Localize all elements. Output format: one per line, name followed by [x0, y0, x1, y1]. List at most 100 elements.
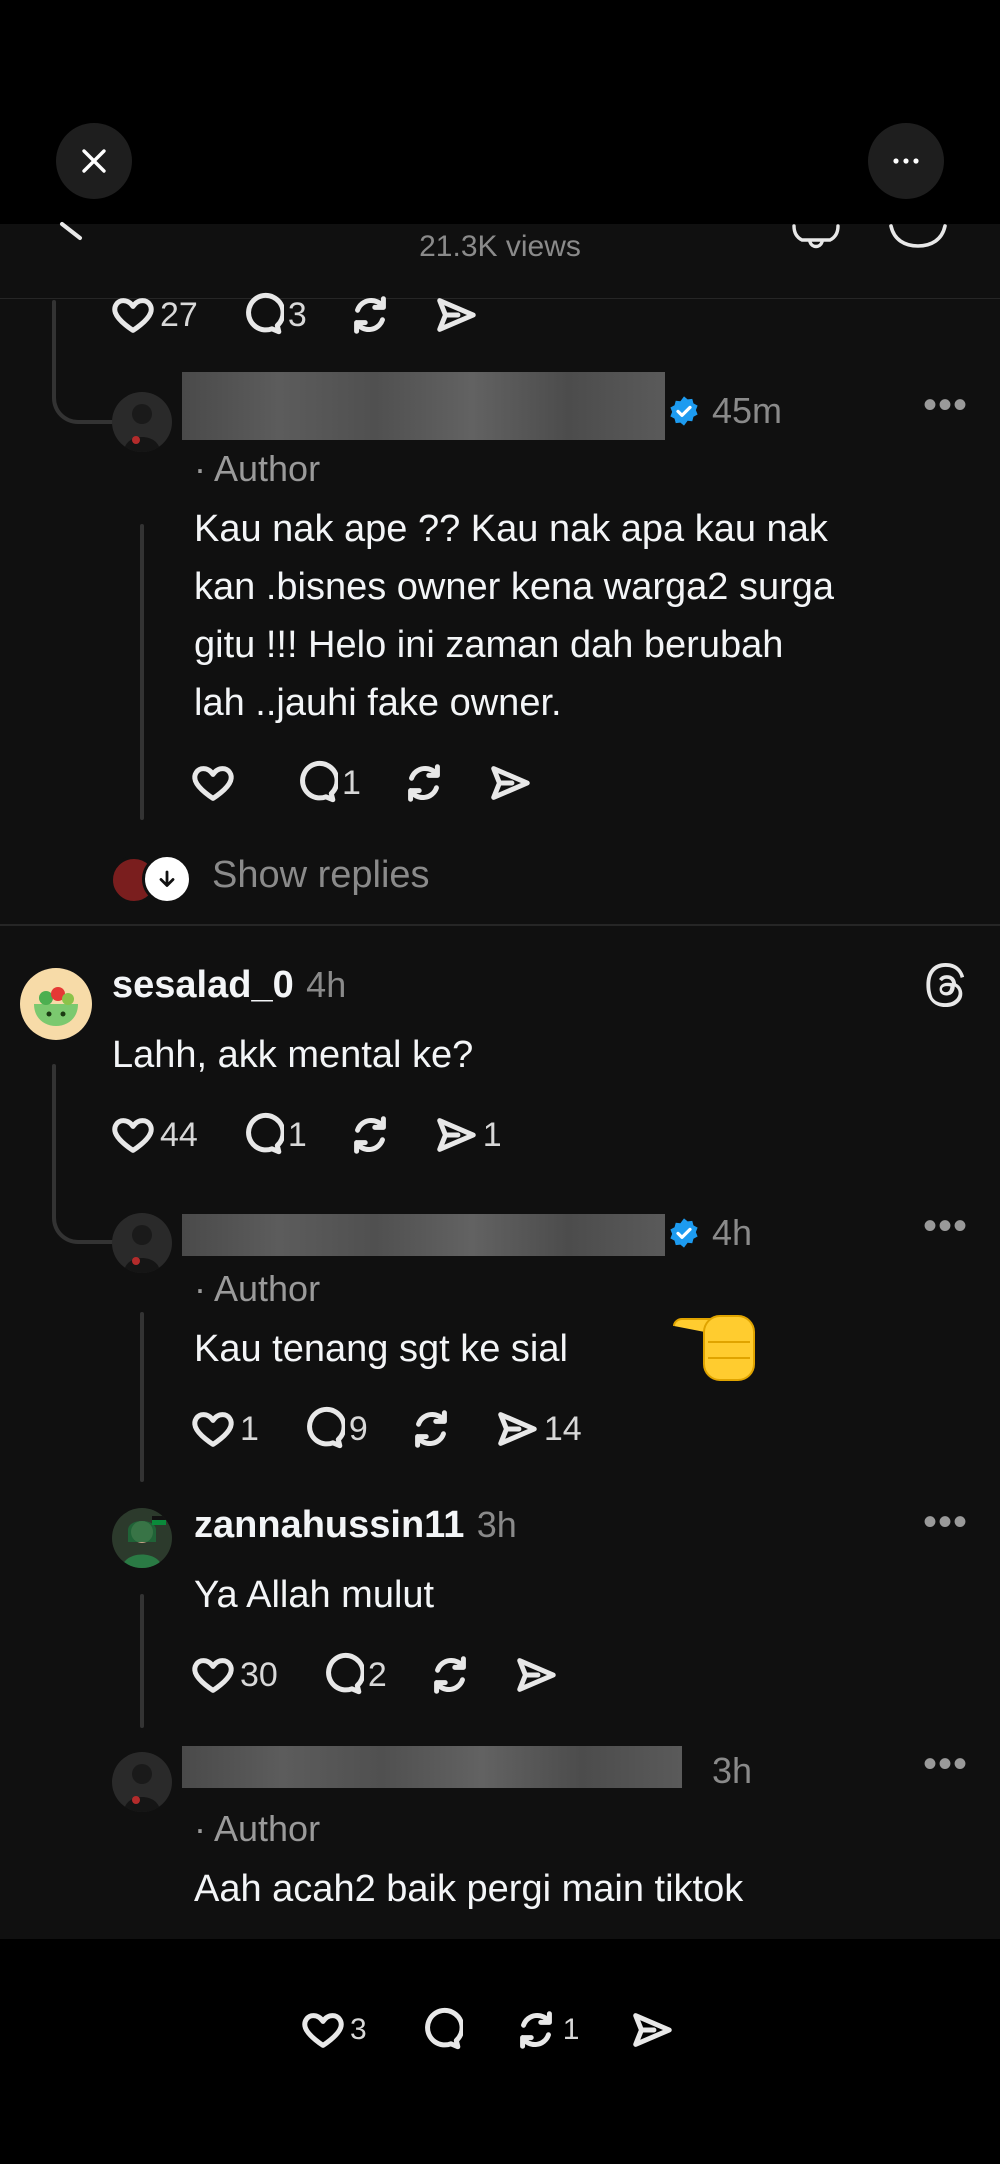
redacted-username	[182, 1746, 682, 1788]
username[interactable]: zannahussin11	[194, 1504, 464, 1546]
avatar[interactable]	[112, 1508, 172, 1568]
comment-text-line: gitu !!! Helo ini zaman dah berubah	[194, 624, 784, 666]
threads-logo-icon[interactable]	[924, 962, 968, 1008]
views-count: 21.3K views	[419, 230, 581, 263]
comment-icon	[307, 1406, 345, 1449]
arrow-down-icon	[159, 870, 175, 887]
share-button[interactable]	[487, 760, 533, 806]
comment-text: Lahh, akk mental ke?	[112, 1034, 474, 1076]
close-icon	[82, 149, 106, 173]
reply-button[interactable]: 2	[318, 1652, 387, 1698]
share-button[interactable]	[433, 292, 479, 338]
username[interactable]: sesalad_0	[112, 964, 294, 1006]
reply-count: 2	[367, 1655, 387, 1694]
comment-more-button[interactable]: •••	[923, 383, 968, 428]
send-icon	[516, 1658, 556, 1692]
repost-icon	[433, 1656, 466, 1694]
share-button[interactable]: 1	[433, 1112, 502, 1158]
comment-more-button[interactable]: •••	[923, 1204, 968, 1249]
reply-button[interactable]: 1	[238, 1112, 307, 1158]
send-icon	[436, 1118, 476, 1152]
share-button[interactable]	[513, 1652, 559, 1698]
reply-button[interactable]: 3	[238, 292, 307, 338]
comment-icon	[300, 760, 338, 803]
show-replies-link[interactable]: Show replies	[212, 854, 430, 897]
repost-button[interactable]	[347, 1112, 393, 1158]
send-icon	[436, 298, 476, 332]
send-icon	[633, 2013, 673, 2047]
comment-more-button[interactable]: •••	[923, 1500, 968, 1545]
reply-button[interactable]: 9	[299, 1406, 368, 1452]
comment-icon	[245, 292, 284, 335]
like-button[interactable]: 30	[190, 1652, 278, 1698]
close-button[interactable]	[56, 123, 132, 199]
like-button[interactable]: 1	[190, 1406, 259, 1452]
comment-header: zannahussin11 3h	[194, 1504, 517, 1547]
comment-time: 4h	[712, 1212, 753, 1253]
send-icon	[491, 766, 530, 800]
like-button[interactable]: 3	[300, 2007, 367, 2053]
avatar[interactable]	[112, 1213, 172, 1273]
actions-row: 1	[190, 758, 573, 808]
salad-bowl-icon	[34, 987, 78, 1026]
pointing-hand-emoji-icon	[673, 1315, 755, 1381]
repost-icon	[408, 764, 440, 802]
user-avatar-image	[112, 1508, 172, 1568]
more-options-button[interactable]	[868, 123, 944, 199]
thread-line	[140, 1312, 144, 1482]
reply-button[interactable]: 1	[292, 760, 361, 806]
comment-header: sesalad_0 4h	[112, 964, 346, 1007]
reply-count: 9	[348, 1409, 368, 1448]
author-avatar-image	[112, 1752, 172, 1812]
like-count: 30	[240, 1655, 278, 1694]
actions-row: 30 2	[190, 1650, 599, 1700]
repost-button[interactable]	[347, 292, 393, 338]
author-tag: · Author	[194, 1808, 321, 1849]
share-button[interactable]	[629, 2007, 675, 2053]
share-count: 1	[482, 1115, 502, 1154]
repost-button[interactable]: 1	[513, 2007, 580, 2053]
thread-line	[140, 1594, 144, 1728]
heart-icon	[192, 1658, 234, 1693]
comment-text-line: Kau nak ape ?? Kau nak apa kau nak	[194, 508, 828, 550]
heart-icon	[192, 1412, 234, 1447]
heart-icon	[302, 2013, 344, 2048]
verified-badge-icon	[670, 1218, 698, 1248]
like-button[interactable]: 44	[110, 1112, 198, 1158]
show-replies-badge[interactable]	[142, 854, 192, 904]
thread-line	[52, 1064, 56, 1194]
avatar[interactable]	[112, 392, 172, 452]
share-count: 14	[543, 1409, 582, 1448]
comment-icon	[245, 1112, 284, 1155]
repost-button[interactable]	[401, 760, 447, 806]
repost-icon	[353, 1116, 386, 1154]
like-count: 27	[160, 295, 198, 334]
avatar[interactable]	[112, 1752, 172, 1812]
comment-more-button[interactable]: •••	[923, 1742, 968, 1787]
comment-text-line: kan .bisnes owner kena warga2 surga	[194, 566, 835, 608]
reply-count: 1	[342, 763, 361, 802]
like-button[interactable]	[190, 760, 236, 806]
heart-icon	[192, 766, 234, 801]
repost-button[interactable]	[427, 1652, 473, 1698]
send-icon	[498, 1412, 537, 1446]
reply-connector	[52, 1180, 116, 1244]
comment-text: Aah acah2 baik pergi main tiktok	[194, 1868, 744, 1910]
author-avatar-image	[112, 1213, 172, 1273]
repost-button[interactable]	[408, 1406, 454, 1452]
comment-text: Kau nak ape ?? Kau nak apa kau nak kan .…	[194, 500, 834, 732]
comment-text: Ya Allah mulut	[194, 1574, 435, 1616]
repost-count: 1	[562, 2013, 580, 2046]
like-count: 3	[350, 2013, 367, 2046]
comment-time: 4h	[306, 964, 347, 1005]
thread-divider	[0, 924, 1000, 926]
avatar[interactable]	[20, 968, 92, 1040]
author-avatar-image	[112, 392, 172, 452]
comment-time: 45m	[712, 390, 783, 431]
redacted-username	[182, 1214, 665, 1256]
like-button[interactable]: 27	[110, 292, 198, 338]
share-button[interactable]: 14	[494, 1406, 582, 1452]
top-bar	[0, 0, 1000, 224]
heart-icon	[112, 1118, 154, 1153]
reply-button[interactable]	[417, 2007, 463, 2053]
